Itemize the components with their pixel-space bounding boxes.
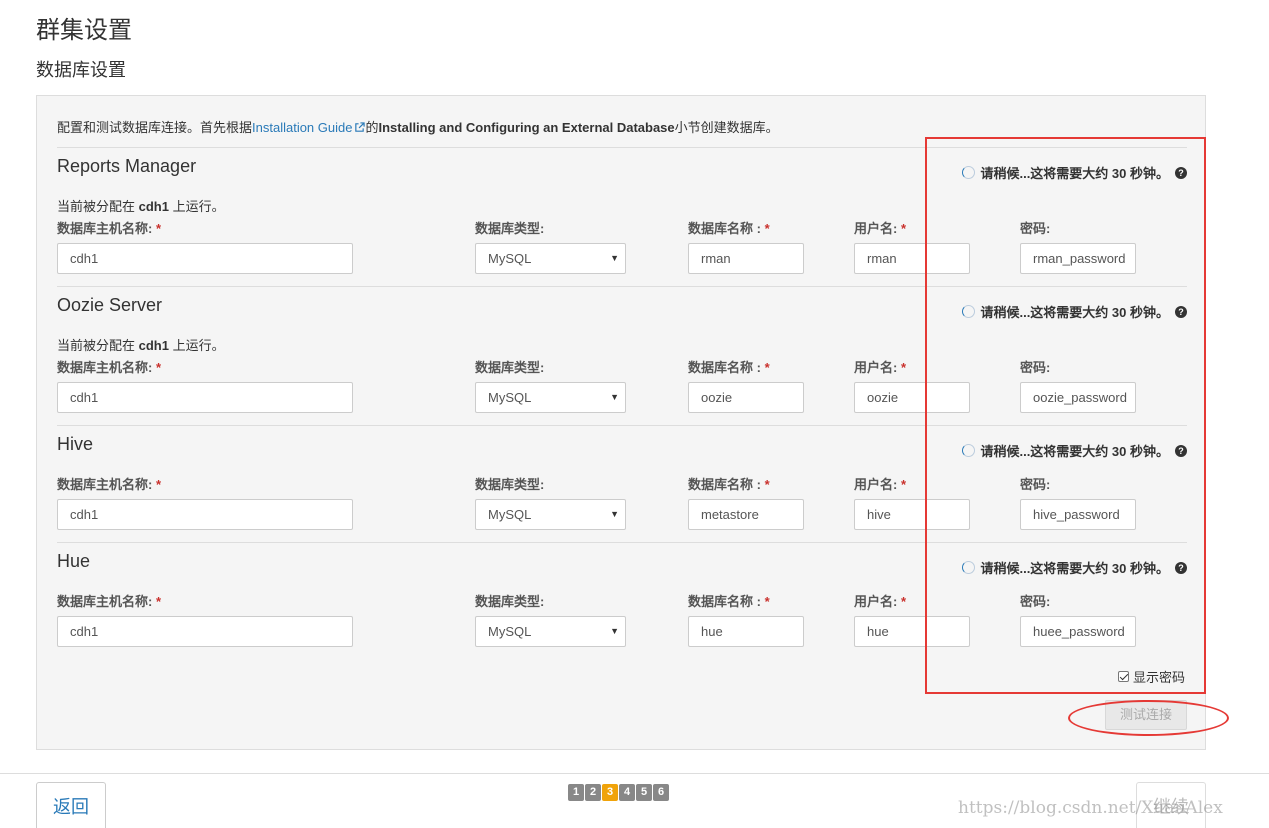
section-reports-manager: Reports Manager 请稍候...这将需要大约 30 秒钟。? 当前被… [57, 147, 1187, 286]
password-input[interactable]: oozie_password [1020, 382, 1136, 413]
help-icon[interactable]: ? [1175, 444, 1187, 457]
host-label: 数据库主机名称: * [57, 594, 162, 609]
dbname-label: 数据库名称 : * [688, 594, 770, 609]
loading-spinner-icon [962, 305, 976, 318]
section-hue: Hue 请稍候...这将需要大约 30 秒钟。? 数据库主机名称: * 数据库类… [57, 542, 1187, 659]
step-5: 5 [636, 784, 652, 801]
status-message: 请稍候...这将需要大约 30 秒钟。? [962, 302, 1187, 321]
assigned-host-text: 当前被分配在 cdh1 上运行。 [57, 338, 225, 353]
dbname-input[interactable]: hue [688, 616, 804, 647]
help-icon[interactable]: ? [1175, 561, 1187, 574]
loading-spinner-icon [962, 444, 976, 457]
step-indicator: 1 2 3 4 5 6 [568, 784, 669, 801]
password-label: 密码: [1020, 594, 1051, 609]
host-label: 数据库主机名称: * [57, 477, 162, 492]
back-button[interactable]: 返回 [36, 782, 106, 828]
username-label: 用户名: * [854, 594, 907, 609]
username-input[interactable]: hive [854, 499, 970, 530]
section-title: Hue [57, 551, 91, 571]
db-type-select[interactable]: MySQL ▼ [475, 616, 626, 647]
section-hive: Hive 请稍候...这将需要大约 30 秒钟。? 数据库主机名称: * 数据库… [57, 425, 1187, 542]
db-type-select[interactable]: MySQL ▼ [475, 499, 626, 530]
test-connection-button[interactable]: 测试连接 [1105, 700, 1187, 730]
section-title: Hive [57, 434, 94, 454]
username-label: 用户名: * [854, 221, 907, 236]
dbname-input[interactable]: rman [688, 243, 804, 274]
dbname-input[interactable]: metastore [688, 499, 804, 530]
footer-bar: 返回 1 2 3 4 5 6 继续 https://blog.csdn.net/… [0, 773, 1269, 828]
section-title: Reports Manager [57, 156, 197, 176]
watermark: https://blog.csdn.net/XuanAlex [958, 798, 1223, 818]
help-icon[interactable]: ? [1175, 166, 1187, 179]
dbname-label: 数据库名称 : * [688, 221, 770, 236]
step-6: 6 [653, 784, 669, 801]
section-oozie-server: Oozie Server 请稍候...这将需要大约 30 秒钟。? 当前被分配在… [57, 286, 1187, 425]
username-input[interactable]: rman [854, 243, 970, 274]
step-1: 1 [568, 784, 584, 801]
status-message: 请稍候...这将需要大约 30 秒钟。? [962, 441, 1187, 460]
dropdown-caret-icon: ▼ [610, 509, 619, 519]
status-message: 请稍候...这将需要大约 30 秒钟。? [962, 163, 1187, 182]
host-input[interactable]: cdh1 [57, 243, 353, 274]
db-type-select[interactable]: MySQL ▼ [475, 243, 626, 274]
dropdown-caret-icon: ▼ [610, 253, 619, 263]
section-title: Oozie Server [57, 295, 163, 315]
loading-spinner-icon [962, 166, 976, 179]
external-link-icon [355, 122, 366, 132]
host-input[interactable]: cdh1 [57, 382, 353, 413]
type-label: 数据库类型: [475, 221, 545, 236]
loading-spinner-icon [962, 561, 976, 574]
password-label: 密码: [1020, 477, 1051, 492]
intro-text: 配置和测试数据库连接。首先根据Installation Guide 的Instal… [57, 120, 779, 135]
password-input[interactable]: rman_password [1020, 243, 1136, 274]
step-2: 2 [585, 784, 601, 801]
step-4: 4 [619, 784, 635, 801]
checkbox-checked-icon[interactable] [1117, 671, 1129, 682]
assigned-host-text: 当前被分配在 cdh1 上运行。 [57, 199, 225, 214]
dropdown-caret-icon: ▼ [610, 626, 619, 636]
step-3-active: 3 [602, 784, 618, 801]
show-password-checkbox[interactable]: 显示密码 [1117, 667, 1185, 686]
dbname-label: 数据库名称 : * [688, 477, 770, 492]
host-label: 数据库主机名称: * [57, 360, 162, 375]
password-label: 密码: [1020, 360, 1051, 375]
dbname-label: 数据库名称 : * [688, 360, 770, 375]
type-label: 数据库类型: [475, 360, 545, 375]
status-message: 请稍候...这将需要大约 30 秒钟。? [962, 558, 1187, 577]
database-settings-panel: 配置和测试数据库连接。首先根据Installation Guide 的Instal… [36, 95, 1206, 750]
username-label: 用户名: * [854, 360, 907, 375]
host-input[interactable]: cdh1 [57, 499, 353, 530]
help-icon[interactable]: ? [1175, 305, 1187, 318]
dropdown-caret-icon: ▼ [610, 392, 619, 402]
username-label: 用户名: * [854, 477, 907, 492]
installation-guide-link[interactable]: Installation Guide [252, 120, 366, 135]
page-title: 群集设置 [36, 17, 132, 44]
host-label: 数据库主机名称: * [57, 221, 162, 236]
password-input[interactable]: hive_password [1020, 499, 1136, 530]
host-input[interactable]: cdh1 [57, 616, 353, 647]
username-input[interactable]: hue [854, 616, 970, 647]
type-label: 数据库类型: [475, 594, 545, 609]
password-input[interactable]: huee_password [1020, 616, 1136, 647]
username-input[interactable]: oozie [854, 382, 970, 413]
page-subtitle: 数据库设置 [36, 60, 126, 80]
dbname-input[interactable]: oozie [688, 382, 804, 413]
db-type-select[interactable]: MySQL ▼ [475, 382, 626, 413]
type-label: 数据库类型: [475, 477, 545, 492]
password-label: 密码: [1020, 221, 1051, 236]
